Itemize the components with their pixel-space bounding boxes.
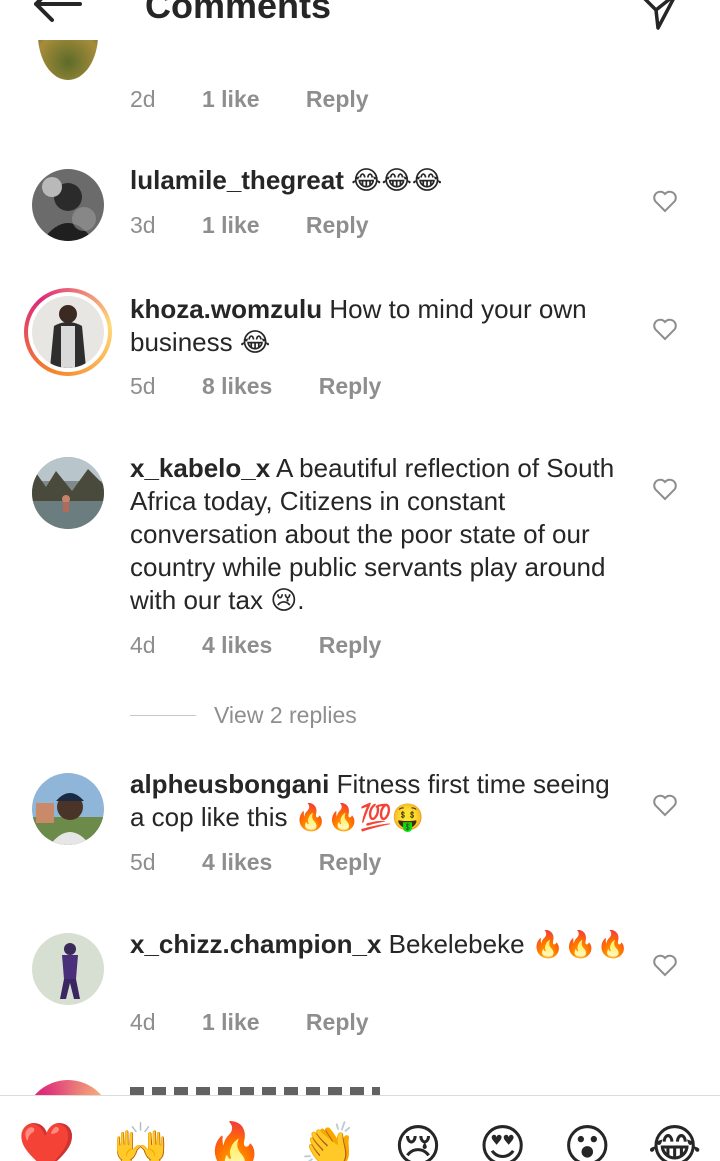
comment-emoji: 😂 bbox=[239, 328, 271, 358]
comment-meta: 4d 4 likes Reply bbox=[130, 632, 381, 659]
reaction-laughing[interactable]: 😂 bbox=[648, 1118, 702, 1161]
comment-username[interactable]: x_kabelo_x bbox=[130, 453, 270, 483]
comment-body: Bekelebeke bbox=[388, 929, 525, 959]
view-replies-button[interactable]: View 2 replies bbox=[130, 700, 357, 730]
reply-button[interactable]: Reply bbox=[319, 849, 382, 876]
comment-meta: 3d 1 like Reply bbox=[130, 212, 369, 239]
comment-username[interactable]: alpheusbongani bbox=[130, 769, 329, 799]
avatar[interactable] bbox=[32, 773, 104, 845]
reaction-raised-hands[interactable]: 🙌 bbox=[112, 1118, 169, 1161]
heart-outline-icon[interactable] bbox=[652, 189, 678, 213]
comment-text: x_chizz.champion_x Bekelebeke 🔥🔥🔥 bbox=[130, 928, 630, 962]
reply-button[interactable]: Reply bbox=[319, 632, 382, 659]
comment-likes[interactable]: 8 likes bbox=[202, 373, 272, 400]
reply-button[interactable]: Reply bbox=[306, 1009, 369, 1036]
comments-feed[interactable]: 2d 1 like Reply lulamile_thegreat 😂😂😂 3d… bbox=[0, 0, 720, 1095]
reply-button[interactable]: Reply bbox=[306, 212, 369, 239]
view-replies-label: View 2 replies bbox=[214, 701, 357, 728]
comment-tail: . bbox=[297, 585, 305, 615]
top-bar: Comments bbox=[0, 0, 720, 40]
comment-time: 5d bbox=[130, 849, 156, 875]
paper-plane-icon[interactable] bbox=[636, 0, 680, 32]
comment-text: alpheusbongani Fitness first time seeing… bbox=[130, 768, 630, 835]
comment-username[interactable]: khoza.womzulu bbox=[130, 294, 322, 324]
quick-reaction-bar: ❤️ 🙌 🔥 👏 😢 😍 😮 😂 bbox=[0, 1095, 720, 1161]
partial-comment bbox=[130, 1087, 380, 1095]
reaction-heart[interactable]: ❤️ bbox=[18, 1118, 75, 1161]
reply-button[interactable]: Reply bbox=[319, 373, 382, 400]
comment-time: 2d bbox=[130, 86, 156, 112]
comment-username[interactable]: lulamile_thegreat bbox=[130, 165, 344, 195]
heart-outline-icon[interactable] bbox=[652, 317, 678, 341]
comment-emoji: 😢 bbox=[270, 586, 298, 616]
heart-outline-icon[interactable] bbox=[652, 953, 678, 977]
comment-emoji: 😂😂😂 bbox=[351, 166, 443, 196]
heart-outline-icon[interactable] bbox=[652, 793, 678, 817]
avatar[interactable] bbox=[32, 457, 104, 529]
comment-text: lulamile_thegreat 😂😂😂 bbox=[130, 164, 630, 198]
comment-time: 4d bbox=[130, 1009, 156, 1035]
heart-outline-icon[interactable] bbox=[652, 477, 678, 501]
avatar[interactable] bbox=[24, 1080, 112, 1095]
page-title: Comments bbox=[145, 0, 332, 26]
comment-likes[interactable]: 4 likes bbox=[202, 632, 272, 659]
reaction-surprised[interactable]: 😮 bbox=[563, 1118, 611, 1161]
comment-time: 5d bbox=[130, 373, 156, 399]
avatar[interactable] bbox=[32, 169, 104, 241]
comment-likes[interactable]: 1 like bbox=[202, 1009, 260, 1036]
comment-username[interactable]: x_chizz.champion_x bbox=[130, 929, 381, 959]
comment-meta: 2d 1 like Reply bbox=[130, 86, 369, 113]
comment-time: 4d bbox=[130, 632, 156, 658]
comment-text: khoza.womzulu How to mind your own busin… bbox=[130, 293, 630, 360]
comment-time: 3d bbox=[130, 212, 156, 238]
divider bbox=[130, 714, 196, 716]
comment-likes[interactable]: 4 likes bbox=[202, 849, 272, 876]
reply-button[interactable]: Reply bbox=[306, 86, 369, 113]
comment-meta: 4d 1 like Reply bbox=[130, 1009, 369, 1036]
reaction-fire[interactable]: 🔥 bbox=[206, 1118, 263, 1161]
comment-emoji: 🔥🔥💯🤑 bbox=[294, 803, 425, 833]
reaction-heart-eyes[interactable]: 😍 bbox=[479, 1118, 527, 1161]
avatar[interactable] bbox=[32, 933, 104, 1005]
comment-likes[interactable]: 1 like bbox=[202, 212, 260, 239]
reaction-crying[interactable]: 😢 bbox=[394, 1118, 442, 1161]
comment-text: x_kabelo_x A beautiful reflection of Sou… bbox=[130, 452, 630, 618]
comment-likes[interactable]: 1 like bbox=[202, 86, 260, 113]
comment-emoji: 🔥🔥🔥 bbox=[531, 930, 629, 960]
back-arrow-icon[interactable] bbox=[28, 0, 84, 26]
avatar[interactable] bbox=[24, 288, 112, 376]
comment-meta: 5d 8 likes Reply bbox=[130, 373, 381, 400]
comment-meta: 5d 4 likes Reply bbox=[130, 849, 381, 876]
reaction-clap[interactable]: 👏 bbox=[300, 1118, 357, 1161]
